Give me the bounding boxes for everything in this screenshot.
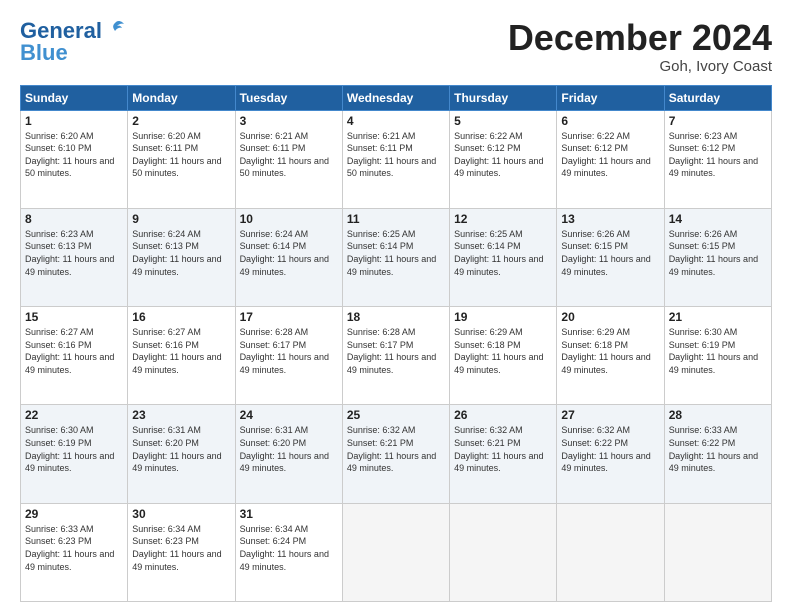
day-18: 18 Sunrise: 6:28 AMSunset: 6:17 PMDaylig… <box>342 307 449 405</box>
col-wednesday: Wednesday <box>342 85 449 110</box>
day-24: 24 Sunrise: 6:31 AMSunset: 6:20 PMDaylig… <box>235 405 342 503</box>
day-7: 7 Sunrise: 6:23 AMSunset: 6:12 PMDayligh… <box>664 110 771 208</box>
day-10: 10 Sunrise: 6:24 AMSunset: 6:14 PMDaylig… <box>235 208 342 306</box>
day-30: 30 Sunrise: 6:34 AMSunset: 6:23 PMDaylig… <box>128 503 235 601</box>
calendar-location: Goh, Ivory Coast <box>508 58 772 75</box>
day-5: 5 Sunrise: 6:22 AMSunset: 6:12 PMDayligh… <box>450 110 557 208</box>
table-row: 1 Sunrise: 6:20 AMSunset: 6:10 PMDayligh… <box>21 110 772 208</box>
empty-cell <box>664 503 771 601</box>
logo-blue: Blue <box>20 40 68 66</box>
logo: General Blue <box>20 18 126 66</box>
day-21: 21 Sunrise: 6:30 AMSunset: 6:19 PMDaylig… <box>664 307 771 405</box>
logo-bird-icon <box>104 18 126 40</box>
day-4: 4 Sunrise: 6:21 AMSunset: 6:11 PMDayligh… <box>342 110 449 208</box>
day-28: 28 Sunrise: 6:33 AMSunset: 6:22 PMDaylig… <box>664 405 771 503</box>
calendar-table: Sunday Monday Tuesday Wednesday Thursday… <box>20 85 772 602</box>
header-row: Sunday Monday Tuesday Wednesday Thursday… <box>21 85 772 110</box>
empty-cell <box>450 503 557 601</box>
col-tuesday: Tuesday <box>235 85 342 110</box>
day-12: 12 Sunrise: 6:25 AMSunset: 6:14 PMDaylig… <box>450 208 557 306</box>
day-1: 1 Sunrise: 6:20 AMSunset: 6:10 PMDayligh… <box>21 110 128 208</box>
day-23: 23 Sunrise: 6:31 AMSunset: 6:20 PMDaylig… <box>128 405 235 503</box>
day-9: 9 Sunrise: 6:24 AMSunset: 6:13 PMDayligh… <box>128 208 235 306</box>
table-row: 8 Sunrise: 6:23 AMSunset: 6:13 PMDayligh… <box>21 208 772 306</box>
day-8: 8 Sunrise: 6:23 AMSunset: 6:13 PMDayligh… <box>21 208 128 306</box>
day-15: 15 Sunrise: 6:27 AMSunset: 6:16 PMDaylig… <box>21 307 128 405</box>
day-26: 26 Sunrise: 6:32 AMSunset: 6:21 PMDaylig… <box>450 405 557 503</box>
day-22: 22 Sunrise: 6:30 AMSunset: 6:19 PMDaylig… <box>21 405 128 503</box>
header: General Blue December 2024 Goh, Ivory Co… <box>20 18 772 75</box>
calendar-title: December 2024 <box>508 18 772 58</box>
empty-cell <box>557 503 664 601</box>
day-25: 25 Sunrise: 6:32 AMSunset: 6:21 PMDaylig… <box>342 405 449 503</box>
day-29: 29 Sunrise: 6:33 AMSunset: 6:23 PMDaylig… <box>21 503 128 601</box>
day-6: 6 Sunrise: 6:22 AMSunset: 6:12 PMDayligh… <box>557 110 664 208</box>
col-sunday: Sunday <box>21 85 128 110</box>
col-thursday: Thursday <box>450 85 557 110</box>
col-saturday: Saturday <box>664 85 771 110</box>
title-block: December 2024 Goh, Ivory Coast <box>508 18 772 75</box>
empty-cell <box>342 503 449 601</box>
day-27: 27 Sunrise: 6:32 AMSunset: 6:22 PMDaylig… <box>557 405 664 503</box>
day-11: 11 Sunrise: 6:25 AMSunset: 6:14 PMDaylig… <box>342 208 449 306</box>
day-31: 31 Sunrise: 6:34 AMSunset: 6:24 PMDaylig… <box>235 503 342 601</box>
col-monday: Monday <box>128 85 235 110</box>
table-row: 22 Sunrise: 6:30 AMSunset: 6:19 PMDaylig… <box>21 405 772 503</box>
day-13: 13 Sunrise: 6:26 AMSunset: 6:15 PMDaylig… <box>557 208 664 306</box>
day-17: 17 Sunrise: 6:28 AMSunset: 6:17 PMDaylig… <box>235 307 342 405</box>
day-16: 16 Sunrise: 6:27 AMSunset: 6:16 PMDaylig… <box>128 307 235 405</box>
col-friday: Friday <box>557 85 664 110</box>
table-row: 29 Sunrise: 6:33 AMSunset: 6:23 PMDaylig… <box>21 503 772 601</box>
day-19: 19 Sunrise: 6:29 AMSunset: 6:18 PMDaylig… <box>450 307 557 405</box>
day-20: 20 Sunrise: 6:29 AMSunset: 6:18 PMDaylig… <box>557 307 664 405</box>
day-3: 3 Sunrise: 6:21 AMSunset: 6:11 PMDayligh… <box>235 110 342 208</box>
calendar-page: General Blue December 2024 Goh, Ivory Co… <box>0 0 792 612</box>
table-row: 15 Sunrise: 6:27 AMSunset: 6:16 PMDaylig… <box>21 307 772 405</box>
day-14: 14 Sunrise: 6:26 AMSunset: 6:15 PMDaylig… <box>664 208 771 306</box>
day-2: 2 Sunrise: 6:20 AMSunset: 6:11 PMDayligh… <box>128 110 235 208</box>
